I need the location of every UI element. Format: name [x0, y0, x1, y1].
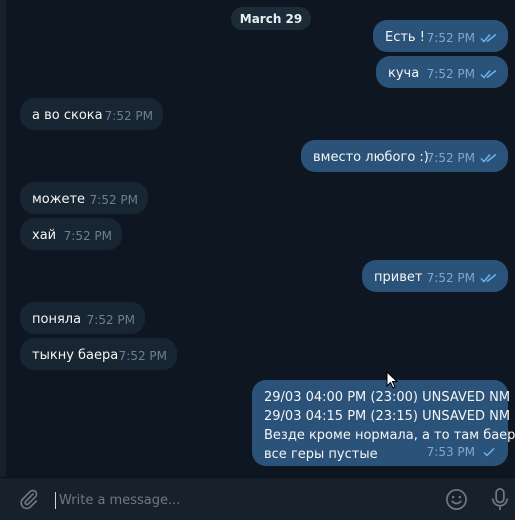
- message-line: 29/03 04:15 PM (23:15) UNSAVED NM: [264, 409, 511, 424]
- message-incoming[interactable]: хай 7:52 PM: [20, 218, 122, 250]
- message-meta: 7:52 PM: [64, 229, 112, 243]
- message-text: можете: [32, 192, 86, 207]
- mouse-cursor-icon: [386, 371, 398, 389]
- message-line: Везде кроме нормала, а то там баеры: [264, 428, 515, 443]
- message-incoming[interactable]: поняла 7:52 PM: [20, 302, 145, 334]
- message-incoming[interactable]: а во скока 7:52 PM: [20, 98, 163, 130]
- message-meta: 7:53 PM: [427, 445, 498, 459]
- date-label: March 29: [239, 11, 303, 26]
- message-time: 7:52 PM: [426, 151, 475, 165]
- message-text: вместо любого :): [313, 150, 429, 165]
- message-meta: 7:52 PM: [119, 349, 167, 363]
- date-separator: March 29: [231, 7, 311, 30]
- message-meta: 7:52 PM: [427, 151, 498, 165]
- message-outgoing[interactable]: вместо любого :) 7:52 PM: [301, 140, 508, 172]
- message-meta: 7:52 PM: [105, 109, 153, 123]
- message-line: 29/03 04:00 PM (23:00) UNSAVED NM: [264, 390, 511, 405]
- emoji-icon[interactable]: [445, 488, 468, 511]
- message-meta: 7:52 PM: [427, 67, 498, 81]
- message-meta: 7:52 PM: [87, 313, 135, 327]
- message-text: Есть !: [385, 30, 425, 45]
- text-caret: [55, 492, 56, 509]
- message-text: хай: [32, 228, 57, 243]
- message-composer: [0, 477, 515, 520]
- message-time: 7:52 PM: [104, 109, 153, 123]
- message-outgoing[interactable]: куча 7:52 PM: [376, 56, 508, 88]
- message-time: 7:52 PM: [426, 271, 475, 285]
- check-icon: [483, 447, 495, 457]
- double-check-icon: [480, 153, 497, 163]
- message-time: 7:53 PM: [426, 445, 475, 459]
- paperclip-icon[interactable]: [18, 488, 40, 510]
- message-text: привет: [374, 270, 423, 285]
- double-check-icon: [480, 33, 497, 43]
- message-outgoing[interactable]: привет 7:52 PM: [362, 260, 508, 292]
- double-check-icon: [480, 273, 497, 283]
- message-time: 7:52 PM: [89, 193, 138, 207]
- message-outgoing[interactable]: 29/03 04:00 PM (23:00) UNSAVED NM 29/03 …: [252, 380, 515, 466]
- chat-history[interactable]: March 29 Есть ! 7:52 PM куча 7:52 PM а в…: [6, 0, 515, 477]
- message-incoming[interactable]: тыкну баера 7:52 PM: [20, 338, 177, 370]
- message-time: 7:52 PM: [86, 313, 135, 327]
- message-time: 7:52 PM: [63, 229, 112, 243]
- message-outgoing[interactable]: Есть ! 7:52 PM: [373, 20, 508, 52]
- microphone-icon[interactable]: [490, 487, 510, 512]
- message-meta: 7:52 PM: [427, 271, 498, 285]
- double-check-icon: [480, 69, 497, 79]
- message-meta: 7:52 PM: [90, 193, 138, 207]
- message-time: 7:52 PM: [118, 349, 167, 363]
- message-text: а во скока: [32, 108, 103, 123]
- message-time: 7:52 PM: [426, 31, 475, 45]
- message-input[interactable]: [57, 487, 431, 513]
- message-text: поняла: [32, 312, 82, 327]
- message-time: 7:52 PM: [426, 67, 475, 81]
- message-incoming[interactable]: можете 7:52 PM: [20, 182, 148, 214]
- message-meta: 7:52 PM: [427, 31, 498, 45]
- message-text: тыкну баера: [32, 348, 119, 363]
- message-text: куча: [388, 66, 420, 81]
